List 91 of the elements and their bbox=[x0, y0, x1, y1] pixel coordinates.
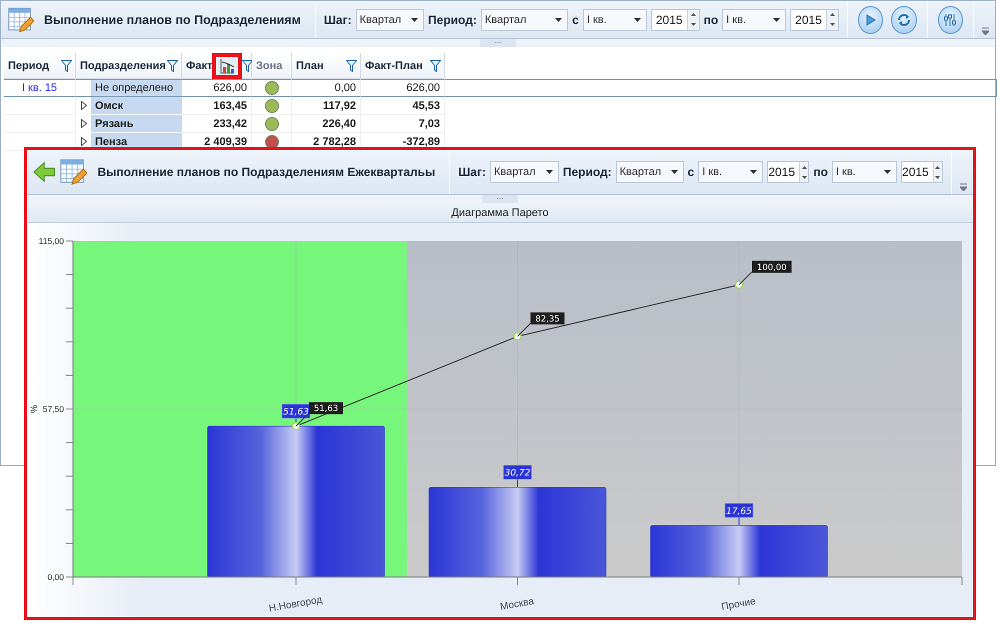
table-cell: Омск bbox=[91, 97, 182, 114]
caret-icon bbox=[670, 170, 678, 174]
axis-label: Н.Новгород bbox=[268, 594, 324, 615]
splitter-grip[interactable]: ... bbox=[480, 39, 516, 47]
year-field[interactable]: 2015 bbox=[901, 161, 944, 183]
column-header[interactable]: Факт-План bbox=[361, 53, 445, 79]
data-label: 17,65 bbox=[724, 503, 754, 526]
axis-label: Прочие bbox=[720, 596, 756, 613]
data-point bbox=[292, 422, 300, 430]
period-link[interactable]: I кв. 15 bbox=[22, 82, 58, 94]
overflow-icon[interactable] bbox=[960, 183, 968, 191]
spinner-icon[interactable] bbox=[826, 10, 838, 30]
data-label: 51,63 bbox=[314, 404, 338, 414]
table-cell: 117,92 bbox=[292, 97, 361, 115]
caret-icon bbox=[546, 170, 553, 174]
dropdown[interactable]: Квартал bbox=[490, 161, 559, 183]
data-label: 82,35 bbox=[535, 314, 560, 324]
dropdown[interactable]: I кв. bbox=[722, 8, 786, 30]
overflow-icon[interactable] bbox=[982, 27, 989, 35]
filter-icon[interactable] bbox=[430, 60, 441, 72]
caret-icon bbox=[411, 18, 418, 22]
to-label: по bbox=[813, 165, 828, 179]
step-label: Шаг: bbox=[458, 165, 486, 179]
data-label: 51,63 bbox=[283, 408, 310, 418]
period-label: Период: bbox=[428, 12, 477, 26]
chart-title: Диаграмма Парето bbox=[27, 203, 973, 223]
table-cell: Рязань bbox=[91, 115, 182, 132]
refresh-button[interactable] bbox=[891, 6, 917, 34]
data-label: 17,65 bbox=[726, 506, 752, 517]
table-cell: Не определено bbox=[91, 80, 182, 96]
dropdown[interactable]: Квартал bbox=[480, 8, 568, 30]
caret-icon bbox=[634, 18, 641, 22]
data-label: 100,00 bbox=[756, 262, 787, 273]
axis-title: % bbox=[29, 405, 39, 413]
spinner-icon[interactable] bbox=[932, 162, 942, 182]
caret-icon bbox=[773, 18, 780, 22]
dropdown[interactable]: Квартал bbox=[616, 161, 684, 183]
step-label: Шаг: bbox=[324, 12, 352, 26]
table-cell: 163,45 bbox=[182, 97, 252, 115]
axis-label: 115,00 bbox=[38, 236, 64, 246]
data-point bbox=[734, 280, 744, 289]
period-label: Период: bbox=[562, 165, 612, 179]
caret-icon bbox=[555, 18, 562, 22]
from-label: с bbox=[688, 165, 694, 179]
year-field[interactable]: 2015 bbox=[767, 161, 810, 183]
dropdown[interactable]: Квартал bbox=[356, 8, 424, 30]
spinner-icon[interactable] bbox=[686, 10, 699, 30]
column-header[interactable]: Факт bbox=[182, 53, 252, 79]
data-point bbox=[513, 332, 522, 340]
dropdown[interactable]: I кв. bbox=[582, 8, 647, 30]
data-label: 82,35 bbox=[517, 312, 564, 337]
axis-label: 0,00 bbox=[47, 572, 64, 582]
table-edit-icon bbox=[59, 157, 88, 187]
year-field[interactable]: 2015 bbox=[650, 8, 700, 30]
splitter-grip[interactable]: ... bbox=[482, 195, 518, 203]
window-title: Выполнение планов по Подразделениям bbox=[44, 12, 301, 26]
refresh-icon bbox=[896, 12, 911, 26]
axis-label: 57,50 bbox=[42, 404, 64, 414]
caret-icon bbox=[750, 170, 758, 174]
table-cell: 7,03 bbox=[361, 115, 445, 133]
settings-button[interactable] bbox=[938, 6, 963, 34]
axis-label: Москва bbox=[499, 596, 535, 613]
table-cell: 233,42 bbox=[182, 115, 252, 133]
chart-icon[interactable] bbox=[219, 58, 236, 74]
column-header[interactable]: Период bbox=[4, 53, 76, 79]
table-cell: 0,00 bbox=[292, 79, 361, 97]
column-header[interactable]: План bbox=[292, 53, 361, 79]
dropdown[interactable]: I кв. bbox=[832, 161, 898, 183]
filter-icon[interactable] bbox=[167, 60, 178, 72]
table-cell: 226,40 bbox=[292, 115, 361, 133]
spinner-icon[interactable] bbox=[799, 162, 808, 182]
filter-icon[interactable] bbox=[61, 60, 72, 72]
table-cell: 626,00 bbox=[182, 79, 252, 97]
column-header[interactable]: Подразделения bbox=[76, 53, 182, 79]
column-header[interactable]: Зона bbox=[252, 53, 292, 79]
play-button[interactable] bbox=[858, 6, 884, 34]
sliders-icon bbox=[943, 12, 958, 26]
back-arrow-icon[interactable] bbox=[33, 161, 56, 183]
data-label: 100,00 bbox=[738, 260, 792, 286]
table-cell: 626,00 bbox=[361, 79, 445, 97]
from-label: с bbox=[572, 12, 579, 26]
year-field[interactable]: 2015 bbox=[790, 8, 839, 30]
filter-icon[interactable] bbox=[346, 60, 357, 72]
data-label: 30,72 bbox=[504, 468, 531, 479]
table-cell: 45,53 bbox=[361, 97, 445, 115]
dropdown[interactable]: I кв. bbox=[698, 161, 764, 183]
to-label: по bbox=[704, 12, 718, 26]
window-title: Выполнение планов по Подразделениям Ежеквартальы bbox=[97, 165, 436, 179]
play-icon bbox=[866, 14, 876, 26]
caret-icon bbox=[884, 170, 892, 174]
data-label: 30,72 bbox=[503, 465, 532, 488]
